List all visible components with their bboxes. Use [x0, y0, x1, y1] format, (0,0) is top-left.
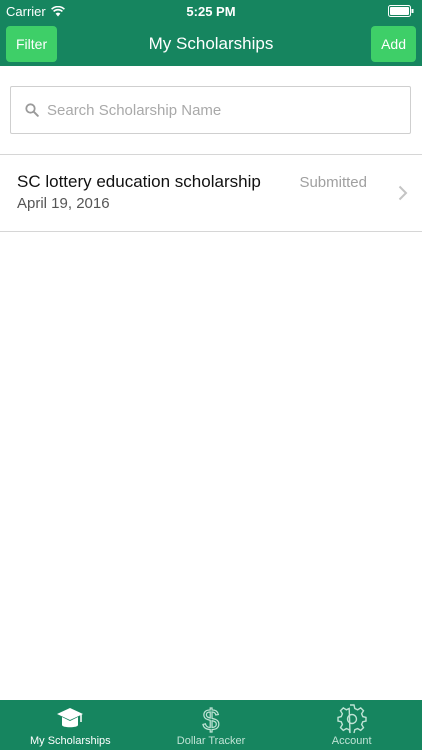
tab-label: Dollar Tracker	[176, 735, 246, 747]
scholarship-row[interactable]: SC lottery education scholarship April 1…	[0, 154, 422, 232]
tab-my-scholarships[interactable]: My Scholarships	[0, 700, 141, 750]
add-button[interactable]: Add	[371, 26, 416, 62]
graduation-cap-icon	[57, 708, 84, 728]
nav-bar: Filter My Scholarships Add	[0, 22, 422, 66]
tab-account[interactable]: Account	[281, 700, 422, 750]
search-icon	[25, 103, 39, 117]
scholarship-name: SC lottery education scholarship	[17, 172, 261, 191]
top-bar: Carrier 5:25 PM Filter My Scholarships A…	[0, 0, 422, 66]
tab-bar: My Scholarships $ Dollar Tracker Account	[0, 700, 422, 750]
search-box[interactable]	[10, 86, 411, 134]
scholarship-list: SC lottery education scholarship April 1…	[0, 154, 422, 232]
page-title: My Scholarships	[148, 34, 274, 53]
gear-icon	[336, 704, 367, 734]
screen: Carrier 5:25 PM Filter My Scholarships A…	[0, 0, 422, 750]
search-bar	[10, 86, 411, 134]
tab-label: My Scholarships	[29, 735, 111, 747]
search-input[interactable]	[47, 101, 410, 119]
status-bar: Carrier 5:25 PM	[0, 0, 422, 22]
scholarship-status: Submitted	[299, 174, 367, 191]
tab-label: Account	[331, 735, 372, 747]
chevron-right-icon	[398, 185, 408, 201]
svg-text:$: $	[203, 704, 220, 734]
dollar-icon: $	[202, 704, 220, 734]
scholarship-date: April 19, 2016	[17, 195, 110, 212]
battery-icon	[388, 5, 414, 17]
status-time: 5:25 PM	[186, 4, 236, 19]
tab-dollar-tracker[interactable]: $ Dollar Tracker	[141, 700, 282, 750]
